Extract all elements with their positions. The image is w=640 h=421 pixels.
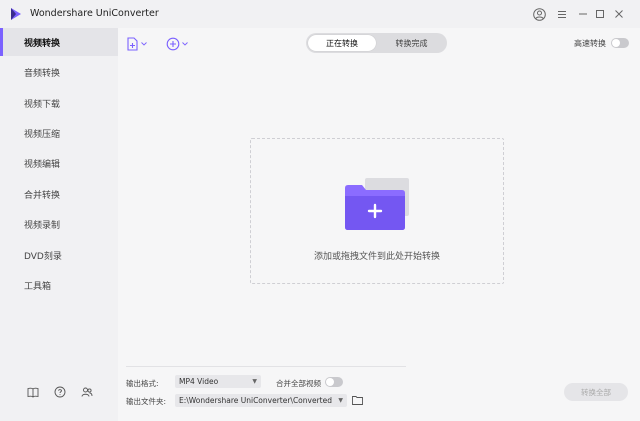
output-format-value: MP4 Video [179,377,219,386]
book-icon[interactable] [26,385,40,399]
tab-converting[interactable]: 正在转换 [308,35,376,51]
menu-icon[interactable] [555,7,569,21]
chevron-down-icon: ▼ [252,378,257,385]
close-icon[interactable] [612,7,626,21]
help-icon[interactable] [53,385,67,399]
maximize-icon[interactable] [593,7,607,21]
tab-converted[interactable]: 转换完成 [378,35,445,51]
sidebar-item-audio-convert[interactable]: 音频转换 [0,58,118,86]
high-speed-toggle[interactable] [611,38,629,48]
chevron-down-icon [141,42,147,46]
folder-open-icon[interactable] [352,395,364,406]
sidebar-item-video-edit[interactable]: 视频编辑 [0,149,118,177]
output-format-label: 输出格式: [126,379,159,388]
title-bar: Wondershare UniConverter [0,0,640,28]
app-title: Wondershare UniConverter [30,8,159,19]
sidebar-item-label: 音频转换 [24,68,61,79]
sidebar-item-screen-record[interactable]: 视频录制 [0,210,118,238]
minimize-icon[interactable] [576,7,590,21]
sidebar-item-video-compress[interactable]: 视频压缩 [0,119,118,147]
sidebar-item-label: 视频转换 [24,38,61,49]
chevron-down-icon: ▼ [338,397,343,404]
sidebar-item-video-download[interactable]: 视频下载 [0,89,118,117]
sidebar-item-label: 视频编辑 [24,159,61,170]
main-panel: 正在转换 转换完成 高速转换 添加或拖拽文件到此处开始转换 输出格式: MP4 … [118,28,640,421]
add-file-icon [127,37,138,51]
output-folder-select[interactable]: E:\Wondershare UniConverter\Converted ▼ [175,394,347,407]
output-folder-value: E:\Wondershare UniConverter\Converted [179,396,332,405]
folder-add-icon [345,178,409,230]
community-icon[interactable] [80,385,94,399]
merge-all-toggle[interactable] [325,377,343,387]
sidebar-item-video-convert[interactable]: 视频转换 [0,28,118,56]
footer-divider [126,366,406,367]
sidebar-item-label: 视频录制 [24,220,61,231]
output-folder-label: 输出文件夹: [126,397,167,406]
sidebar-item-label: 合并转换 [24,190,61,201]
merge-all-label: 合并全部视频 [276,379,321,388]
high-speed-label: 高速转换 [574,39,606,48]
sidebar-item-label: DVD刻录 [24,251,62,262]
convert-status-tabs: 正在转换 转换完成 [306,33,447,53]
add-media-icon [166,37,180,51]
sidebar-item-label: 视频压缩 [24,129,61,140]
chevron-down-icon [182,42,188,46]
account-icon[interactable] [532,7,546,21]
app-logo-icon [11,8,21,20]
sidebar-item-label: 工具箱 [24,281,52,292]
sidebar-item-label: 视频下载 [24,99,61,110]
start-all-button[interactable]: 转换全部 [564,383,628,401]
add-file-button[interactable] [126,36,147,52]
add-media-button[interactable] [166,36,188,52]
drop-zone-text: 添加或拖拽文件到此处开始转换 [313,252,440,262]
output-format-select[interactable]: MP4 Video ▼ [175,375,261,388]
sidebar-item-toolbox[interactable]: 工具箱 [0,271,118,299]
drop-zone[interactable]: 添加或拖拽文件到此处开始转换 [250,138,504,284]
sidebar-item-dvd-burn[interactable]: DVD刻录 [0,241,118,269]
sidebar: 视频转换 音频转换 视频下载 视频压缩 视频编辑 合并转换 视频录制 DVD刻录… [0,28,118,421]
sidebar-item-merge[interactable]: 合并转换 [0,180,118,208]
